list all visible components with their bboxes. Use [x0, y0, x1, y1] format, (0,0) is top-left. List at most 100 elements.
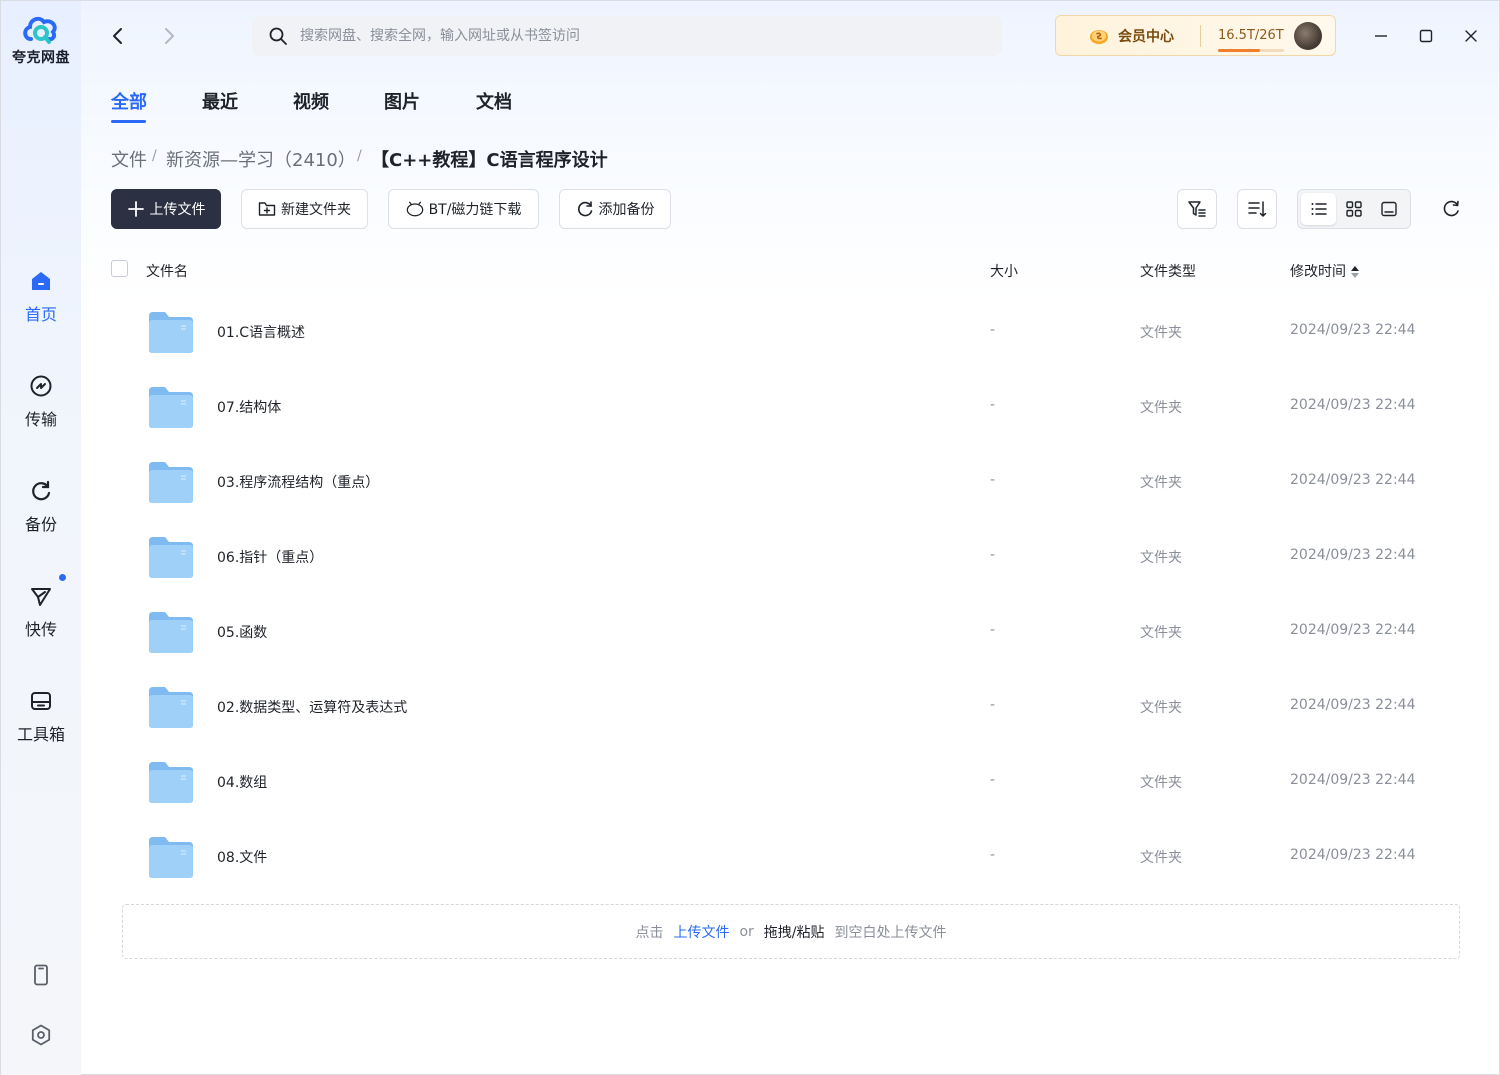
table-row[interactable]: 02.数据类型、运算符及表达式 - 文件夹 2024/09/23 22:44: [111, 669, 1461, 744]
quark-logo-icon: [23, 16, 57, 44]
sort-button[interactable]: [1237, 189, 1277, 229]
vip-center-link[interactable]: 会员中心: [1118, 26, 1174, 46]
file-size: -: [990, 322, 996, 338]
list-view-button[interactable]: [1301, 193, 1337, 225]
table-row[interactable]: 08.文件 - 文件夹 2024/09/23 22:44: [111, 819, 1461, 894]
storage-bar-fill: [1218, 49, 1260, 52]
new-folder-button[interactable]: 新建文件夹: [241, 189, 368, 229]
folder-icon: [149, 462, 193, 503]
close-button[interactable]: [1458, 23, 1484, 49]
file-size: -: [990, 622, 996, 638]
drop-zone-upload-link[interactable]: 上传文件: [673, 922, 729, 942]
drop-zone-or: or: [739, 923, 754, 940]
add-backup-button-label: 添加备份: [598, 202, 655, 218]
table-row[interactable]: 04.数组 - 文件夹 2024/09/23 22:44: [111, 744, 1461, 819]
back-button[interactable]: [105, 23, 131, 49]
filter-button[interactable]: [1177, 189, 1217, 229]
bt-download-button[interactable]: BT/磁力链下载: [388, 189, 539, 229]
sidebar-item-label: 工具箱: [16, 725, 65, 744]
backup-icon: [576, 200, 594, 218]
file-modified: 2024/09/23 22:44: [1290, 397, 1416, 413]
new-folder-icon: [258, 200, 276, 218]
folder-icon: [149, 537, 193, 578]
tab-documents[interactable]: 文档: [476, 88, 512, 114]
search-box[interactable]: [252, 16, 1002, 56]
grid-view-button[interactable]: [1336, 193, 1371, 225]
table-row[interactable]: 06.指针（重点） - 文件夹 2024/09/23 22:44: [111, 519, 1461, 594]
select-all-checkbox[interactable]: [111, 260, 128, 277]
phone-button[interactable]: [1, 963, 81, 987]
drop-zone-suffix: 到空白处上传文件: [834, 924, 947, 941]
filter-icon: [1188, 201, 1206, 217]
notification-dot: [59, 574, 66, 581]
file-modified: 2024/09/23 22:44: [1290, 322, 1416, 338]
drop-zone-drag-paste: 拖拽/粘贴: [763, 924, 825, 941]
folder-icon: [149, 612, 193, 653]
sidebar-item-label: 首页: [24, 305, 57, 324]
file-size: -: [990, 547, 996, 563]
sidebar-item-label: 快传: [24, 620, 57, 639]
toolbox-icon: [27, 687, 55, 715]
column-header-name[interactable]: 文件名: [146, 261, 188, 281]
sidebar-item-transfer[interactable]: 传输: [1, 372, 81, 430]
table-row[interactable]: 03.程序流程结构（重点） - 文件夹 2024/09/23 22:44: [111, 444, 1461, 519]
refresh-button[interactable]: [1431, 189, 1471, 229]
user-avatar[interactable]: [1294, 21, 1322, 50]
add-backup-button[interactable]: 添加备份: [559, 189, 671, 229]
tab-all[interactable]: 全部: [111, 88, 147, 114]
settings-button[interactable]: [1, 1023, 81, 1047]
close-icon: [1465, 30, 1477, 42]
search-icon: [269, 27, 287, 45]
upload-drop-zone[interactable]: 点击 上传文件 or 拖拽/粘贴 到空白处上传文件: [122, 904, 1460, 959]
folder-icon: [149, 387, 193, 428]
tab-recent[interactable]: 最近: [202, 88, 238, 114]
vip-panel: 会员中心 16.5T/26T: [1055, 15, 1336, 56]
sidebar: 夸克网盘 首页 传输 备份 快传 工具箱: [1, 1, 81, 1075]
file-modified: 2024/09/23 22:44: [1290, 772, 1416, 788]
tab-video[interactable]: 视频: [293, 88, 329, 114]
sidebar-item-label: 备份: [24, 515, 57, 534]
file-type: 文件夹: [1140, 325, 1182, 341]
storage-indicator[interactable]: 16.5T/26T: [1218, 28, 1284, 52]
table-header: 文件名 大小 文件类型 修改时间: [1, 259, 1500, 281]
file-modified: 2024/09/23 22:44: [1290, 472, 1416, 488]
tab-images[interactable]: 图片: [384, 88, 420, 114]
file-name: 08.文件: [217, 850, 268, 866]
file-modified: 2024/09/23 22:44: [1290, 847, 1416, 863]
sidebar-item-toolbox[interactable]: 工具箱: [1, 687, 81, 745]
column-header-type[interactable]: 文件类型: [1140, 261, 1196, 281]
view-mode-switcher: [1297, 189, 1411, 229]
breadcrumb-item-files[interactable]: 文件: [111, 146, 147, 172]
upload-button[interactable]: 上传文件: [111, 189, 221, 229]
maximize-button[interactable]: [1413, 23, 1439, 49]
preview-view-button[interactable]: [1372, 193, 1407, 225]
app-logo: 夸克网盘: [1, 11, 81, 67]
column-header-modified[interactable]: 修改时间: [1290, 261, 1360, 281]
breadcrumb-separator: /: [357, 148, 362, 164]
folder-icon: [149, 837, 193, 878]
file-name: 05.函数: [217, 625, 268, 641]
search-input[interactable]: [300, 28, 980, 44]
new-folder-button-label: 新建文件夹: [281, 202, 351, 218]
sidebar-item-quick-send[interactable]: 快传: [1, 574, 81, 640]
folder-icon: [149, 312, 193, 353]
file-size: -: [990, 397, 996, 413]
sort-icon: [1248, 201, 1267, 217]
storage-text: 16.5T/26T: [1218, 28, 1284, 43]
chevron-right-icon: [165, 28, 174, 44]
breadcrumb-item-current: 【C++教程】C语言程序设计: [371, 150, 608, 171]
forward-button[interactable]: [156, 23, 182, 49]
table-row[interactable]: 01.C语言概述 - 文件夹 2024/09/23 22:44: [111, 294, 1461, 369]
file-name: 07.结构体: [217, 400, 282, 416]
table-row[interactable]: 05.函数 - 文件夹 2024/09/23 22:44: [111, 594, 1461, 669]
table-row[interactable]: 07.结构体 - 文件夹 2024/09/23 22:44: [111, 369, 1461, 444]
file-size: -: [990, 847, 996, 863]
backup-icon: [27, 477, 55, 505]
file-name: 06.指针（重点）: [217, 550, 324, 566]
breadcrumb-item-new-resources[interactable]: 新资源—学习（2410）: [166, 146, 356, 172]
plus-icon: [127, 200, 145, 218]
file-name: 03.程序流程结构（重点）: [217, 475, 380, 491]
column-header-size[interactable]: 大小: [990, 261, 1018, 281]
minimize-button[interactable]: [1368, 23, 1394, 49]
sidebar-item-backup[interactable]: 备份: [1, 477, 81, 535]
